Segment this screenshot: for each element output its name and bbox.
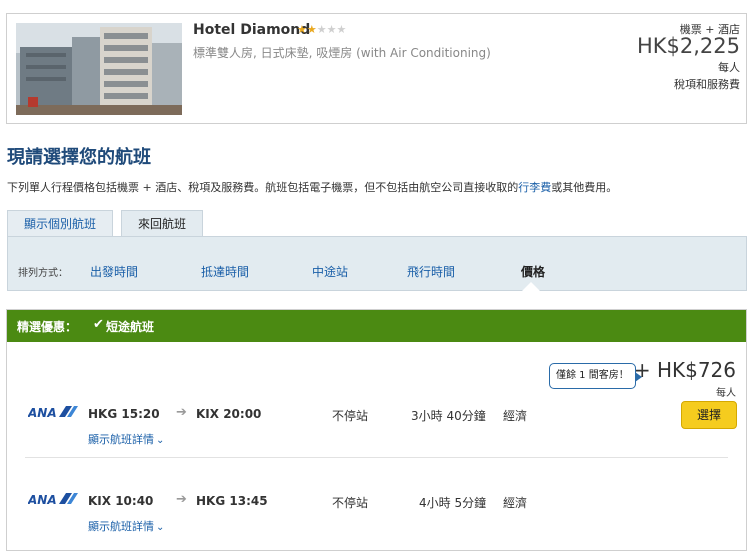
tab-individual-flights[interactable]: 顯示個別航班 (7, 210, 113, 237)
star-empty-icon: ★ (326, 23, 337, 36)
star-full-icon: ★ (306, 23, 317, 36)
price-info: 下列單人行程價格包括機票 + 酒店、稅項及服務費。航班包括電子機票，但不包括由航… (7, 179, 617, 195)
flight-results: 精選優惠： ✔ 短途航班 僅餘 1 間客房！ + HK$726 每人 選擇 AN… (6, 309, 747, 551)
price-info-suffix: 或其他費用。 (551, 181, 618, 194)
baggage-fee-link[interactable]: 行李費 (518, 181, 551, 194)
departure: KIX 10:40 (88, 494, 154, 508)
hotel-name[interactable]: Hotel Diamond (193, 22, 310, 38)
arrival: HKG 13:45 (196, 494, 268, 508)
cabin-class: 經濟 (503, 496, 528, 510)
departure: HKG 15:20 (88, 407, 160, 421)
ana-logo-icon: ANA (28, 406, 78, 419)
arrival: KIX 20:00 (196, 407, 262, 421)
promo-value: 短途航班 (106, 320, 155, 334)
svg-text:ANA: ANA (28, 406, 57, 419)
duration: 4小時 5分鐘 (419, 496, 487, 510)
hotel-photo[interactable] (16, 23, 182, 115)
flight-row-return: ANA KIX 10:40 ➔ HKG 13:45 不停站 4小時 5分鐘 經濟… (7, 485, 746, 555)
sort-price[interactable]: 價格 (521, 263, 545, 280)
ana-logo-icon: ANA (28, 493, 78, 506)
stops: 不停站 (332, 409, 369, 423)
hotel-card: Hotel Diamond ★★★★★ 標準雙人房, 日式床墊, 吸煙房 (wi… (6, 13, 747, 124)
package-price: HK$2,225 (636, 34, 740, 58)
cabin-class: 經濟 (503, 409, 528, 423)
arrow-right-icon: ➔ (176, 405, 187, 420)
promo-bar: 精選優惠： ✔ 短途航班 (7, 310, 746, 342)
duration: 3小時 40分鐘 (411, 409, 486, 423)
active-sort-indicator (522, 282, 540, 291)
show-flight-details-link[interactable]: 顯示航班詳情 ⌄ (88, 431, 164, 447)
star-empty-icon: ★ (336, 23, 347, 36)
flight-price: + HK$726 (633, 358, 736, 382)
checkmark-icon: ✔ (93, 317, 104, 332)
tab-round-trip[interactable]: 來回航班 (121, 210, 203, 238)
details-label: 顯示航班詳情 (88, 520, 154, 533)
chevron-down-icon: ⌄ (156, 522, 165, 533)
rooms-left-badge: 僅餘 1 間客房！ (549, 363, 642, 389)
chevron-down-icon: ⌄ (156, 435, 165, 446)
arrow-right-icon: ➔ (176, 492, 187, 507)
row-divider (25, 457, 728, 458)
svg-text:ANA: ANA (28, 493, 57, 506)
package-per-person: 每人 (718, 61, 740, 74)
show-flight-details-link[interactable]: 顯示航班詳情 ⌄ (88, 518, 164, 534)
page-title: 現請選擇您的航班 (7, 147, 151, 168)
sort-arrival-time[interactable]: 抵達時間 (201, 263, 249, 280)
package-taxes: 稅項和服務費 (674, 78, 740, 91)
details-label: 顯示航班詳情 (88, 433, 154, 446)
flight-per-person: 每人 (716, 388, 736, 399)
price-info-text: 下列單人行程價格包括機票 + 酒店、稅項及服務費。航班包括電子機票，但不包括由航… (7, 181, 519, 194)
star-full-icon: ★ (297, 23, 307, 36)
sort-stops[interactable]: 中途站 (312, 263, 348, 280)
sort-departure-time[interactable]: 出發時間 (90, 263, 138, 280)
star-rating: ★★★★★ (297, 23, 346, 36)
sort-flight-time[interactable]: 飛行時間 (407, 263, 455, 280)
sort-label: 排列方式： (18, 268, 68, 279)
stops: 不停站 (332, 496, 369, 510)
star-empty-icon: ★ (316, 23, 327, 36)
room-description: 標準雙人房, 日式床墊, 吸煙房 (with Air Conditioning) (193, 46, 491, 60)
sort-bar: 排列方式： 出發時間 抵達時間 中途站 飛行時間 價格 (7, 236, 747, 291)
promo-label: 精選優惠： (17, 320, 78, 334)
